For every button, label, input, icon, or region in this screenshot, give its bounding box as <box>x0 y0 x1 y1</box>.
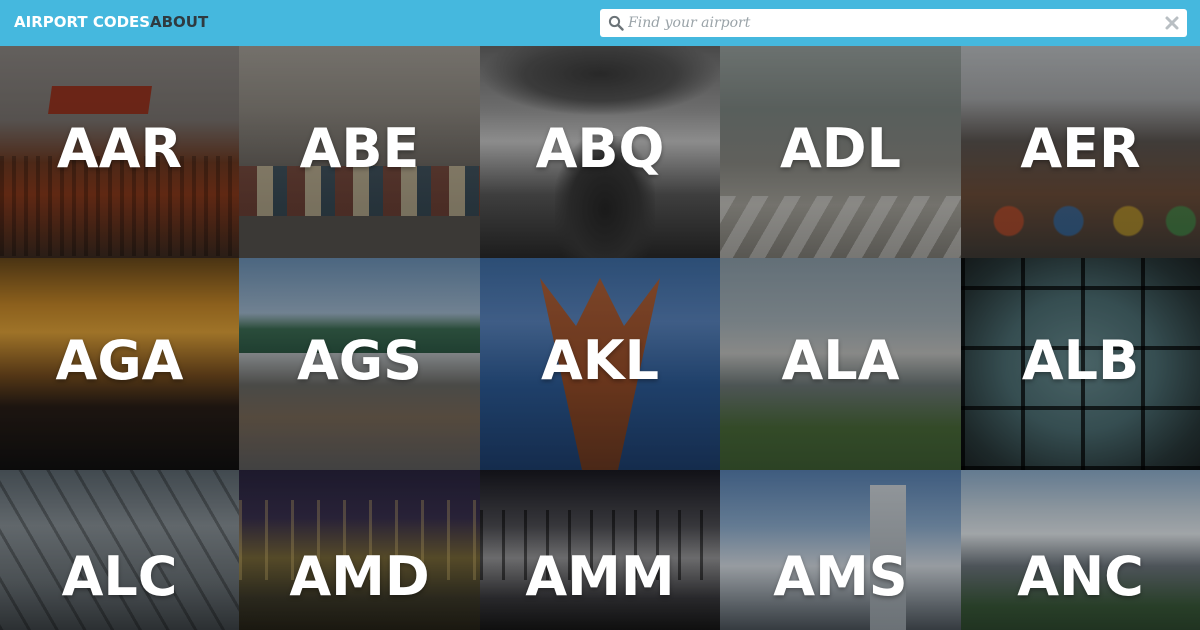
airport-code: AGS <box>296 329 422 392</box>
clear-search-icon[interactable] <box>1164 15 1180 31</box>
airport-code: ALC <box>61 545 178 608</box>
search-icon <box>608 15 624 31</box>
airport-code: ALA <box>781 329 900 392</box>
airport-tile-adl[interactable]: ADL <box>720 46 961 258</box>
airport-tile-ala[interactable]: ALA <box>720 258 961 470</box>
airport-tile-alb[interactable]: ALB <box>961 258 1200 470</box>
airport-code: AER <box>1020 117 1141 180</box>
about-link[interactable]: ABOUT <box>150 13 208 31</box>
brand-home-link[interactable]: AIRPORT CODES <box>14 13 150 31</box>
search-input[interactable] <box>628 12 1148 34</box>
airport-tile-amm[interactable]: AMM <box>480 470 720 630</box>
airport-code: ANC <box>1017 545 1144 608</box>
airport-code: AAR <box>56 117 183 180</box>
airport-tile-aer[interactable]: AER <box>961 46 1200 258</box>
airport-tile-aar[interactable]: AAR <box>0 46 239 258</box>
airport-code: ABE <box>299 117 420 180</box>
search-box <box>600 9 1187 37</box>
airport-grid: AAR ABE ABQ ADL AER AGA AGS AKL ALA ALB … <box>0 46 1200 630</box>
airport-code: AMS <box>773 545 908 608</box>
airport-tile-ams[interactable]: AMS <box>720 470 961 630</box>
airport-code: AMD <box>289 545 430 608</box>
airport-tile-akl[interactable]: AKL <box>480 258 720 470</box>
airport-code: ABQ <box>535 117 665 180</box>
airport-code: AKL <box>540 329 660 392</box>
airport-tile-anc[interactable]: ANC <box>961 470 1200 630</box>
airport-tile-aga[interactable]: AGA <box>0 258 239 470</box>
airport-code: ALB <box>1021 329 1140 392</box>
airport-tile-abe[interactable]: ABE <box>239 46 480 258</box>
airport-tile-abq[interactable]: ABQ <box>480 46 720 258</box>
airport-code: AMM <box>525 545 675 608</box>
airport-tile-amd[interactable]: AMD <box>239 470 480 630</box>
airport-code: ADL <box>779 117 902 180</box>
airport-tile-alc[interactable]: ALC <box>0 470 239 630</box>
top-navigation-bar: AIRPORT CODES ABOUT <box>0 0 1200 46</box>
airport-tile-ags[interactable]: AGS <box>239 258 480 470</box>
airport-code: AGA <box>55 329 184 392</box>
